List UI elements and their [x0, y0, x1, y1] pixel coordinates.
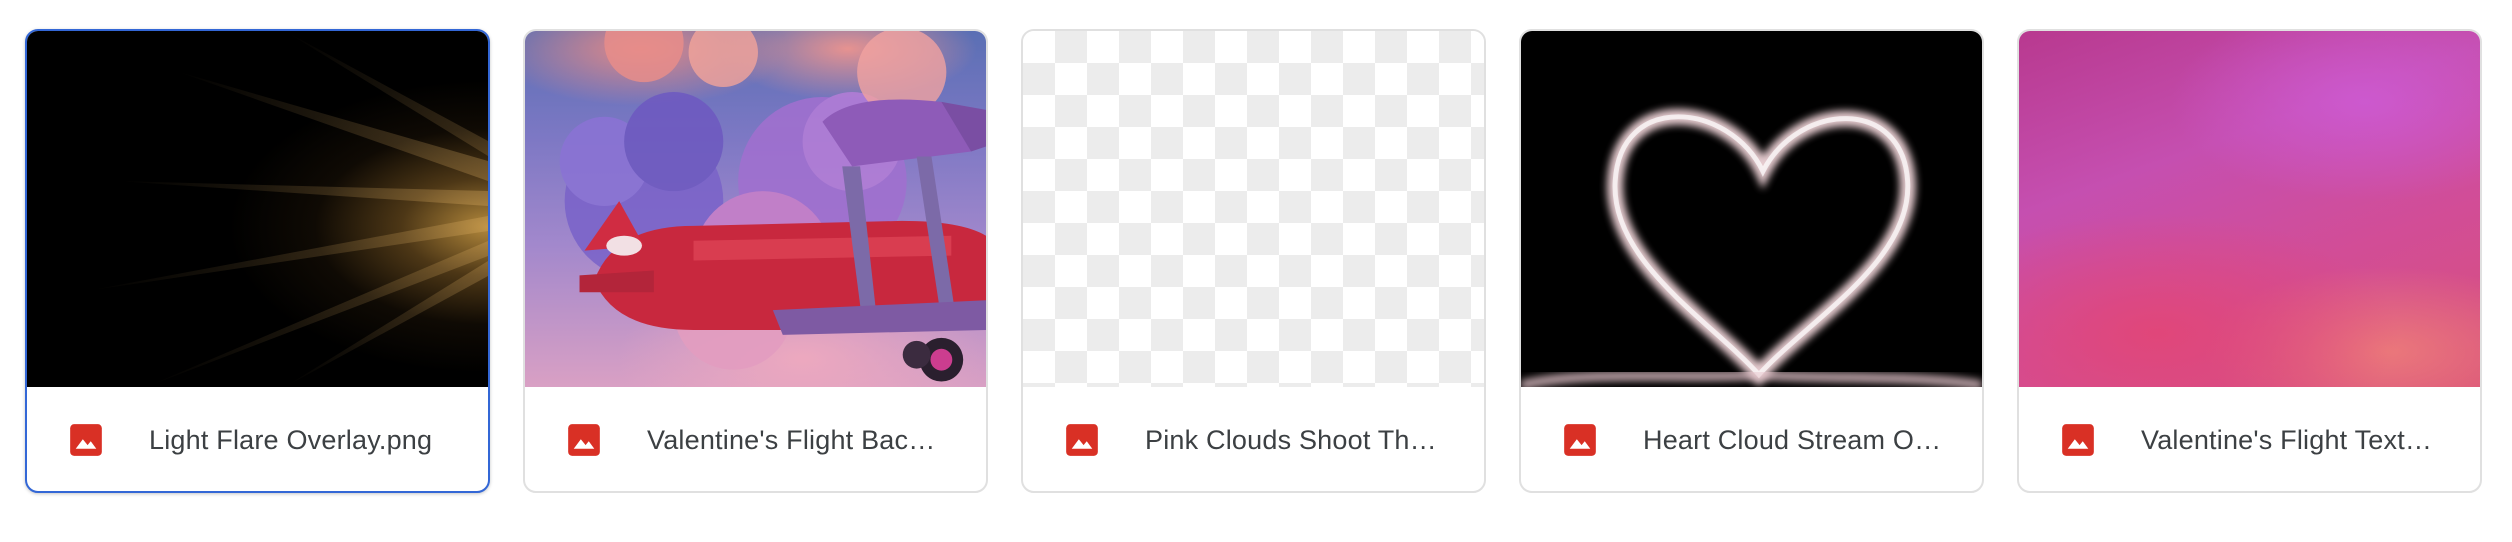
file-thumbnail	[2019, 31, 2480, 387]
image-file-icon	[565, 421, 603, 459]
file-thumbnail	[1521, 31, 1982, 387]
file-card-valentines-flight-background[interactable]: Valentine's Flight Back…	[523, 29, 988, 493]
file-card-footer: Pink Clouds Shoot Thr…	[1023, 387, 1484, 491]
file-card-footer: Light Flare Overlay.png	[27, 387, 488, 491]
file-thumbnail	[1023, 31, 1484, 387]
file-name: Valentine's Flight Back…	[647, 424, 947, 455]
file-grid: Light Flare Overlay.png Valentine's Flig…	[0, 0, 2512, 542]
file-card-footer: Heart Cloud Stream Ov…	[1521, 387, 1982, 491]
file-card-footer: Valentine's Flight Back…	[525, 387, 986, 491]
file-card-footer: Valentine's Flight Text…	[2019, 387, 2480, 491]
file-thumbnail	[525, 31, 986, 387]
file-name: Valentine's Flight Text…	[2141, 424, 2433, 455]
file-thumbnail	[27, 31, 488, 387]
image-file-icon	[2059, 421, 2097, 459]
file-card-heart-cloud-stream[interactable]: Heart Cloud Stream Ov…	[1519, 29, 1984, 493]
file-name: Light Flare Overlay.png	[149, 424, 433, 455]
file-card-light-flare[interactable]: Light Flare Overlay.png	[25, 29, 490, 493]
image-file-icon	[67, 421, 105, 459]
file-name: Heart Cloud Stream Ov…	[1643, 424, 1943, 455]
heart-cloud-thumbnail-art	[1521, 109, 1982, 387]
light-flare-thumbnail-art	[86, 31, 488, 387]
file-card-valentines-flight-texture[interactable]: Valentine's Flight Text…	[2017, 29, 2482, 493]
file-name: Pink Clouds Shoot Thr…	[1145, 424, 1445, 455]
image-file-icon	[1561, 421, 1599, 459]
file-card-pink-clouds[interactable]: Pink Clouds Shoot Thr…	[1021, 29, 1486, 493]
biplane-thumbnail-art	[559, 31, 986, 382]
image-file-icon	[1063, 421, 1101, 459]
